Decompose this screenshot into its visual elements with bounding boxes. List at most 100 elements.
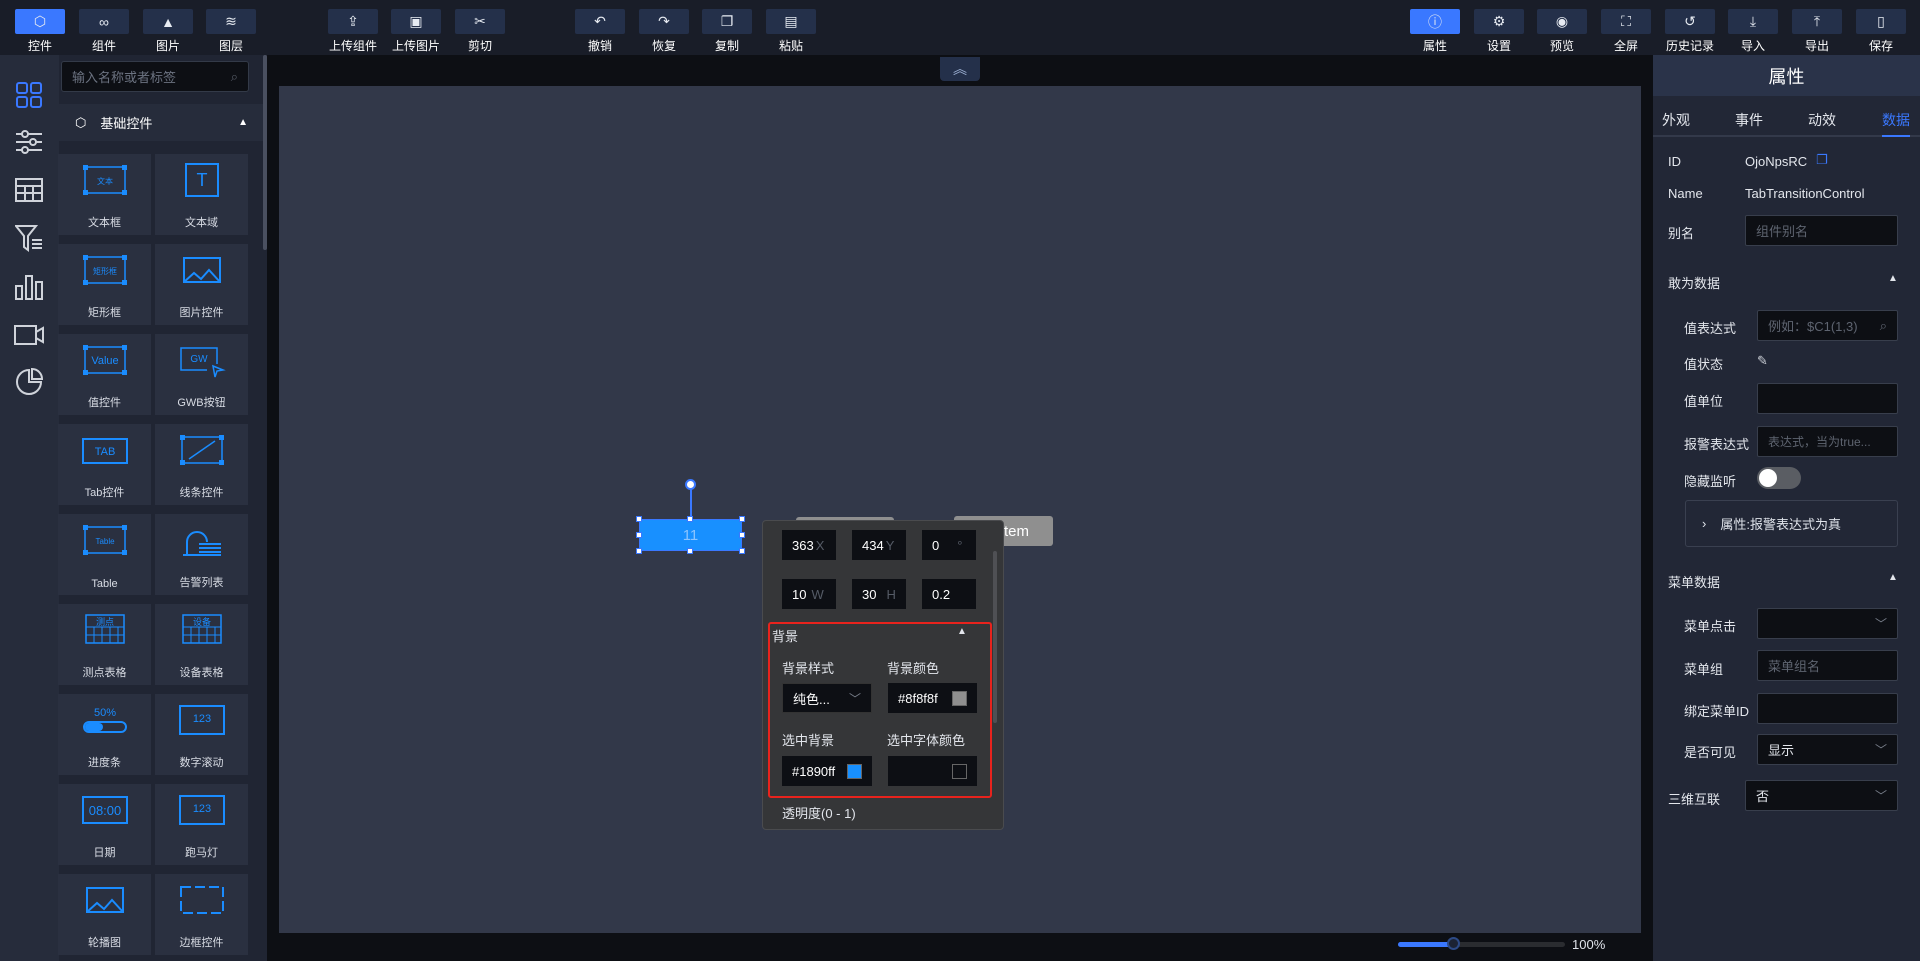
zoom-slider[interactable]	[1398, 937, 1565, 950]
component-tile[interactable]: Table Table	[58, 514, 151, 595]
toolbar-button-copy[interactable]: ❐ 复制	[702, 9, 752, 54]
component-search-input[interactable]: 输入名称或者标签 ⌕	[61, 61, 249, 92]
menu-group-input[interactable]: 菜单组名	[1757, 650, 1898, 681]
component-tile[interactable]: 轮播图	[58, 874, 151, 955]
component-tile[interactable]: 测点 测点表格	[58, 604, 151, 685]
unit-label: 值单位	[1684, 394, 1724, 409]
toolbar-button-preview[interactable]: ◉ 预览	[1537, 9, 1587, 54]
selected-bg-input[interactable]: #1890ff	[782, 756, 872, 786]
link3d-select[interactable]: 否 ﹀	[1745, 780, 1898, 811]
toolbar-button-layers[interactable]: ≋ 图层	[206, 9, 256, 54]
resize-handle[interactable]	[739, 516, 745, 522]
tab-events[interactable]: 事件	[1735, 110, 1763, 130]
component-tile-label: 矩形框	[88, 307, 121, 319]
component-tile[interactable]: 123 跑马灯	[155, 784, 248, 865]
video-icon[interactable]	[12, 320, 46, 350]
component-tile[interactable]: 矩形框 矩形框	[58, 244, 151, 325]
component-tile-label: 线条控件	[179, 487, 224, 499]
toolbar-button-undo[interactable]: ↶ 撤销	[575, 9, 625, 54]
filter-icon[interactable]	[12, 223, 46, 253]
bg-style-select[interactable]: 纯色... ﹀	[782, 683, 872, 713]
component-tile[interactable]: 线条控件	[155, 424, 248, 505]
value-expression-input[interactable]: 例如：$C1(1,3) ⌕	[1757, 310, 1898, 341]
x-input[interactable]: 363 X	[782, 530, 836, 560]
opacity-input[interactable]: 0.2	[922, 579, 976, 609]
component-tile[interactable]: TAB Tab控件	[58, 424, 151, 505]
resize-handle[interactable]	[636, 516, 642, 522]
component-tile[interactable]: GW GWB按钮	[155, 334, 248, 415]
collapse-toolbar-button[interactable]: ︽	[940, 57, 980, 81]
component-tile[interactable]: T 文本域	[155, 154, 248, 235]
height-input[interactable]: 30 H	[852, 579, 906, 609]
pie-chart-icon[interactable]	[12, 367, 46, 397]
toolbar-button-upload-component[interactable]: ⇪ 上传组件	[328, 9, 378, 54]
value-unit-input[interactable]	[1757, 383, 1898, 414]
selected-font-color-label: 选中字体颜色	[887, 733, 966, 748]
toolbar-button-redo[interactable]: ↷ 恢复	[639, 9, 689, 54]
component-tile[interactable]: 边框控件	[155, 874, 248, 955]
bg-color-input[interactable]: #8f8f8f	[888, 683, 977, 713]
chevron-up-icon[interactable]: ▲	[1888, 572, 1898, 583]
selected-font-color-input[interactable]	[888, 756, 977, 786]
resize-handle[interactable]	[636, 548, 642, 554]
alarm-property-collapse[interactable]: › 属性:报警表达式为真	[1685, 500, 1898, 547]
component-tile[interactable]: 50% 进度条	[58, 694, 151, 775]
group-header-basic[interactable]: ⬡ 基础控件 ▲	[59, 104, 264, 141]
toolbar-button-upload-image[interactable]: ▣ 上传图片	[391, 9, 441, 54]
rotation-input[interactable]: 0 °	[922, 530, 976, 560]
toolbar-button-info[interactable]: ⓘ 属性	[1410, 9, 1460, 54]
menu-click-select[interactable]: ﹀	[1757, 608, 1898, 639]
toolbar-button-cut[interactable]: ✂ 剪切	[455, 9, 505, 54]
width-input[interactable]: 10 W	[782, 579, 836, 609]
chevron-up-icon[interactable]: ▲	[1888, 273, 1898, 284]
number-scroll-icon: 123	[178, 705, 225, 735]
toolbar-button-cube[interactable]: ⬡ 控件	[15, 9, 65, 54]
toolbar-button-image[interactable]: ▲ 图片	[143, 9, 193, 54]
visible-select[interactable]: 显示 ﹀	[1757, 734, 1898, 765]
selected-element-text: 11	[682, 526, 699, 544]
popup-scrollbar[interactable]	[993, 551, 997, 723]
tab-appearance[interactable]: 外观	[1662, 110, 1690, 130]
edit-icon[interactable]: ✎	[1757, 353, 1768, 369]
bg-color-swatch[interactable]	[952, 690, 967, 706]
toolbar-button-link[interactable]: ∞ 组件	[79, 9, 129, 54]
chevron-up-icon[interactable]: ▲	[957, 626, 967, 637]
grid-icon[interactable]	[12, 80, 46, 110]
toolbar-button-history[interactable]: ↺ 历史记录	[1665, 9, 1715, 54]
resize-handle[interactable]	[739, 532, 745, 538]
tab-animation[interactable]: 动效	[1808, 110, 1836, 130]
selected-bg-swatch[interactable]	[847, 763, 862, 779]
component-tile[interactable]: 08:00 日期	[58, 784, 151, 865]
y-input[interactable]: 434 Y	[852, 530, 906, 560]
component-tile[interactable]: 图片控件	[155, 244, 248, 325]
resize-handle[interactable]	[739, 548, 745, 554]
zoom-level: 100%	[1572, 937, 1606, 952]
selected-font-color-swatch[interactable]	[952, 763, 967, 779]
menu-id-input[interactable]	[1757, 693, 1898, 724]
component-tile[interactable]: 告警列表	[155, 514, 248, 595]
name-label: Name	[1668, 186, 1703, 201]
table-icon[interactable]	[12, 175, 46, 205]
toolbar-button-paste[interactable]: ▤ 粘贴	[766, 9, 816, 54]
hide-listen-toggle[interactable]	[1757, 467, 1801, 489]
toolbar-button-fullscreen[interactable]: ⛶ 全屏	[1601, 9, 1651, 54]
selected-tab-element[interactable]: 11	[639, 519, 742, 551]
toolbar-button-save[interactable]: ▯ 保存	[1856, 9, 1906, 54]
sliders-icon[interactable]	[12, 127, 46, 157]
resize-handle[interactable]	[687, 548, 693, 554]
toolbar-button-import[interactable]: ⤓ 导入	[1728, 9, 1778, 54]
toolbar-button-gear[interactable]: ⚙ 设置	[1474, 9, 1524, 54]
component-tile[interactable]: Value 值控件	[58, 334, 151, 415]
tab-data[interactable]: 数据	[1882, 110, 1910, 130]
component-tile[interactable]: 123 数字滚动	[155, 694, 248, 775]
alarm-expression-input[interactable]: 表达式，当为true...	[1757, 426, 1898, 457]
toolbar-button-export[interactable]: ⤒ 导出	[1792, 9, 1842, 54]
rotate-handle[interactable]	[685, 479, 696, 490]
component-tile[interactable]: 设备 设备表格	[155, 604, 248, 685]
alias-input[interactable]: 组件别名	[1745, 215, 1898, 246]
resize-handle[interactable]	[687, 516, 693, 522]
copy-icon[interactable]: ❐	[1816, 152, 1828, 168]
bar-chart-icon[interactable]	[12, 272, 46, 302]
component-tile[interactable]: 文本 文本框	[58, 154, 151, 235]
resize-handle[interactable]	[636, 532, 642, 538]
